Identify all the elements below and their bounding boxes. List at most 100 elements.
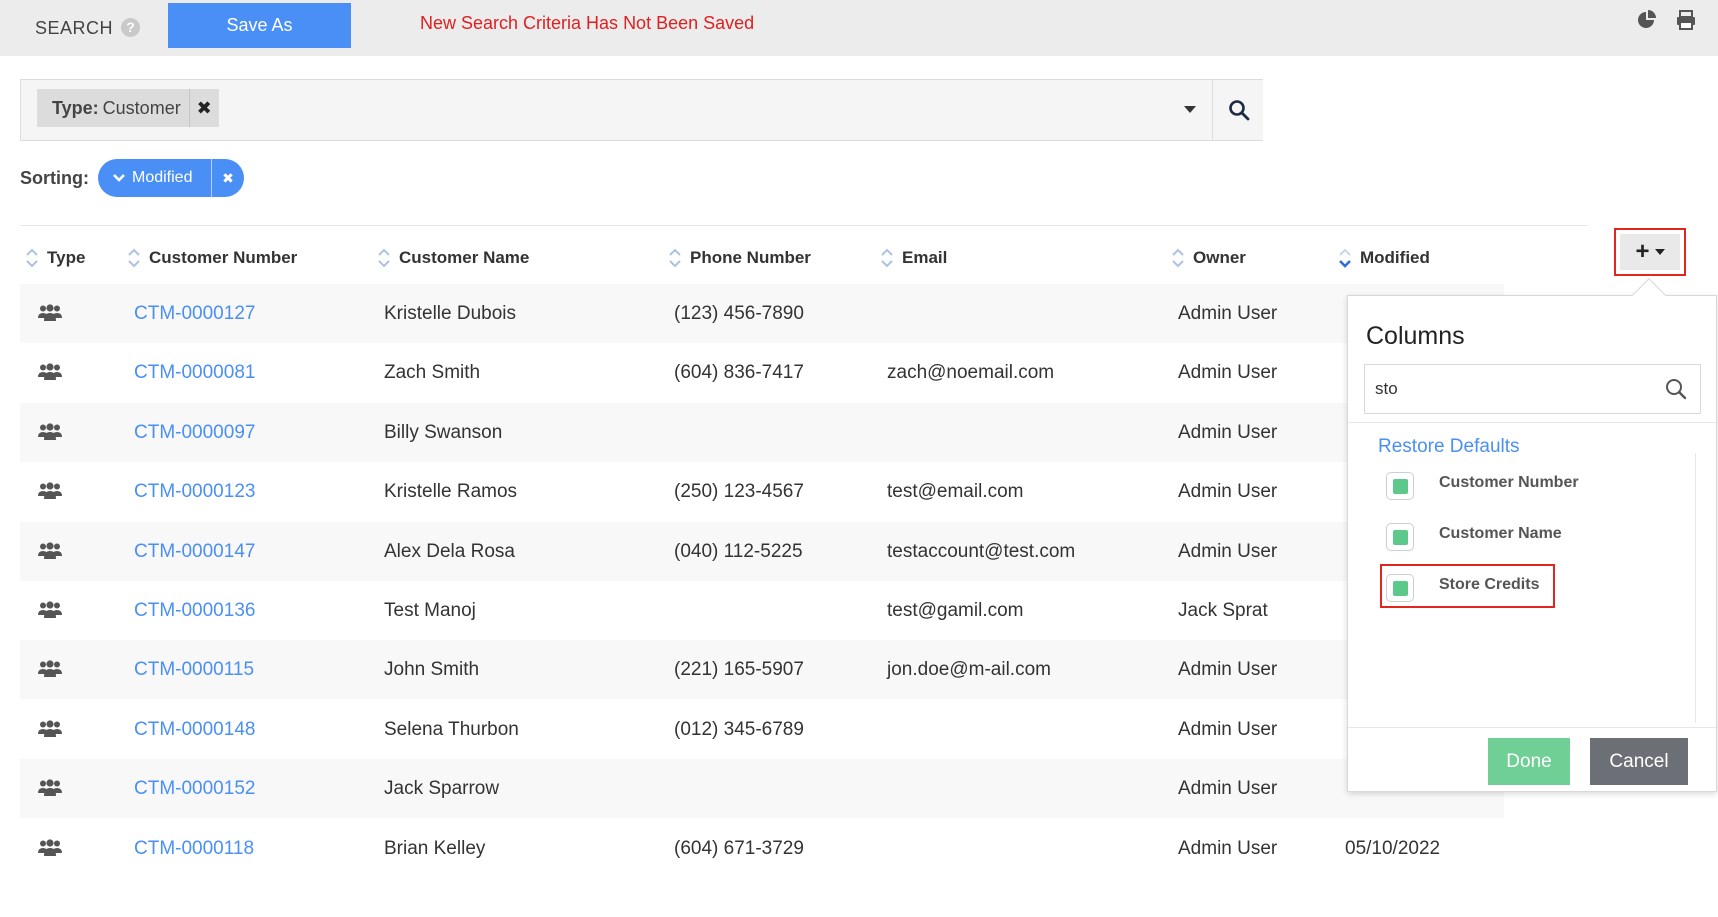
columns-search-input[interactable] (1365, 365, 1655, 413)
customer-number-link[interactable]: CTM-0000136 (134, 581, 255, 640)
owner-cell: Admin User (1178, 541, 1278, 562)
sort-arrows-icon (880, 246, 896, 270)
phone-number-cell: (250) 123-4567 (674, 481, 804, 502)
sort-arrows-icon (25, 246, 41, 270)
customer-number-link[interactable]: CTM-0000123 (134, 462, 255, 521)
customer-number-link[interactable]: CTM-0000081 (134, 343, 255, 402)
top-bar: SEARCH ? Save As New Search Criteria Has… (0, 0, 1718, 56)
columns-search-box[interactable] (1364, 364, 1701, 414)
table-row[interactable]: CTM-0000152 Jack Sparrow Admin User (20, 759, 1504, 818)
cancel-button[interactable]: Cancel (1590, 738, 1688, 785)
restore-defaults-link[interactable]: Restore Defaults (1378, 436, 1520, 458)
sort-arrows-icon (1338, 246, 1354, 270)
customer-name-cell: Zach Smith (384, 362, 481, 383)
table-row[interactable]: CTM-0000115 John Smith (221) 165-5907 jon.d… (20, 640, 1504, 699)
customer-number-link[interactable]: CTM-0000147 (134, 522, 255, 581)
columns-button-highlight: + (1614, 228, 1686, 276)
popup-divider (1348, 422, 1716, 423)
table-row[interactable]: CTM-0000097 Billy Swanson Admin User (20, 403, 1504, 462)
owner-cell: Admin User (1178, 303, 1278, 324)
phone-number-cell: (604) 671-3729 (674, 838, 804, 859)
table-row[interactable]: CTM-0000148 Selena Thurbon (012) 345-6789 A… (20, 700, 1504, 759)
customer-name-cell: Kristelle Ramos (384, 481, 518, 502)
column-option-label: Customer Number (1439, 474, 1579, 491)
popup-scrollbar[interactable] (1695, 453, 1696, 723)
owner-cell: Admin User (1178, 838, 1278, 859)
done-button[interactable]: Done (1488, 738, 1570, 785)
search-icon[interactable] (1664, 377, 1688, 401)
customer-number-link[interactable]: CTM-0000115 (134, 640, 254, 699)
column-header-label: Owner (1193, 248, 1246, 267)
chevron-down-icon (113, 174, 125, 182)
sort-arrows-icon (1171, 246, 1187, 270)
store-credits-highlight (1380, 564, 1555, 608)
email-cell: jon.doe@m-ail.com (887, 659, 1051, 680)
column-header-label: Customer Number (149, 248, 298, 267)
sort-arrows-icon (127, 246, 143, 270)
search-icon (1229, 100, 1250, 121)
customer-name-cell: Billy Swanson (384, 422, 503, 443)
column-header-owner[interactable]: Owner (1171, 244, 1246, 272)
column-header-type[interactable]: Type (25, 244, 85, 272)
customer-name-cell: Selena Thurbon (384, 719, 519, 740)
filter-tag-remove-icon[interactable]: ✖ (188, 89, 219, 127)
sort-arrows-icon (377, 246, 393, 270)
table-row[interactable]: CTM-0000136 Test Manoj test@gamil.com Jack … (20, 581, 1504, 640)
owner-cell: Jack Sprat (1178, 600, 1268, 621)
customer-name-cell: Kristelle Dubois (384, 303, 516, 324)
customer-number-link[interactable]: CTM-0000097 (134, 403, 255, 462)
customer-name-cell: John Smith (384, 659, 480, 680)
column-header-phone-number[interactable]: Phone Number (668, 244, 811, 272)
sort-pill-main[interactable]: Modified (98, 159, 212, 197)
customer-number-link[interactable]: CTM-0000152 (134, 759, 255, 818)
table-row[interactable]: CTM-0000123 Kristelle Ramos (250) 123-4567… (20, 462, 1504, 521)
column-header-modified[interactable]: Modified (1338, 244, 1430, 272)
sort-arrows-icon (668, 246, 684, 270)
sort-pill-remove-icon[interactable]: ✖ (212, 170, 244, 187)
column-checkbox[interactable] (1386, 523, 1414, 551)
owner-cell: Admin User (1178, 481, 1278, 502)
customer-name-cell: Jack Sparrow (384, 778, 500, 799)
sort-pill-modified[interactable]: Modified ✖ (98, 159, 244, 197)
column-header-customer-number[interactable]: Customer Number (127, 244, 297, 272)
column-header-email[interactable]: Email (880, 244, 947, 272)
phone-number-cell: (604) 836-7417 (674, 362, 804, 383)
table-row[interactable]: CTM-0000127 Kristelle Dubois (123) 456-789… (20, 284, 1504, 343)
search-filter-box[interactable]: Type: Customer ✖ (20, 79, 1263, 141)
column-header-customer-name[interactable]: Customer Name (377, 244, 529, 272)
phone-number-cell: (040) 112-5225 (674, 541, 803, 562)
search-title: SEARCH (35, 18, 114, 38)
save-as-button[interactable]: Save As (168, 3, 351, 48)
add-column-button[interactable]: + (1620, 234, 1680, 270)
filter-search-button[interactable] (1212, 80, 1263, 140)
pie-chart-icon[interactable] (1636, 9, 1658, 31)
popup-footer-divider (1348, 727, 1716, 728)
table-row[interactable]: CTM-0000081 Zach Smith (604) 836-7417 zach@… (20, 343, 1504, 402)
email-cell: zach@noemail.com (887, 362, 1055, 383)
phone-number-cell: (221) 165-5907 (674, 659, 804, 680)
column-option[interactable]: Customer Name (1386, 523, 1562, 557)
filter-dropdown-caret-icon[interactable] (1184, 106, 1196, 113)
owner-cell: Admin User (1178, 362, 1278, 383)
customer-number-link[interactable]: CTM-0000118 (134, 819, 254, 878)
printer-icon[interactable] (1675, 9, 1697, 31)
table-row[interactable]: CTM-0000147 Alex Dela Rosa (040) 112-5225 t… (20, 522, 1504, 581)
column-option-label: Customer Name (1439, 525, 1562, 542)
plus-icon: + (1635, 238, 1650, 265)
column-checkbox[interactable] (1386, 472, 1414, 500)
caret-down-icon (1654, 249, 1665, 255)
column-option[interactable]: Customer Number (1386, 472, 1579, 506)
column-header-label: Customer Name (399, 248, 530, 267)
email-cell: testaccount@test.com (887, 541, 1076, 562)
email-cell: test@gamil.com (887, 600, 1024, 621)
columns-popup: Columns Restore Defaults Customer Number… (1347, 295, 1717, 792)
column-header-label: Modified (1360, 248, 1430, 267)
column-header-label: Email (902, 248, 948, 267)
email-cell: test@email.com (887, 481, 1024, 502)
help-icon[interactable]: ? (121, 18, 140, 37)
table-row[interactable]: CTM-0000118 Brian Kelley (604) 671-3729 Adm… (20, 819, 1504, 878)
filter-tag-key: Type: (52, 97, 99, 118)
customer-name-cell: Test Manoj (384, 600, 476, 621)
customer-number-link[interactable]: CTM-0000127 (134, 284, 255, 343)
customer-number-link[interactable]: CTM-0000148 (134, 700, 255, 759)
